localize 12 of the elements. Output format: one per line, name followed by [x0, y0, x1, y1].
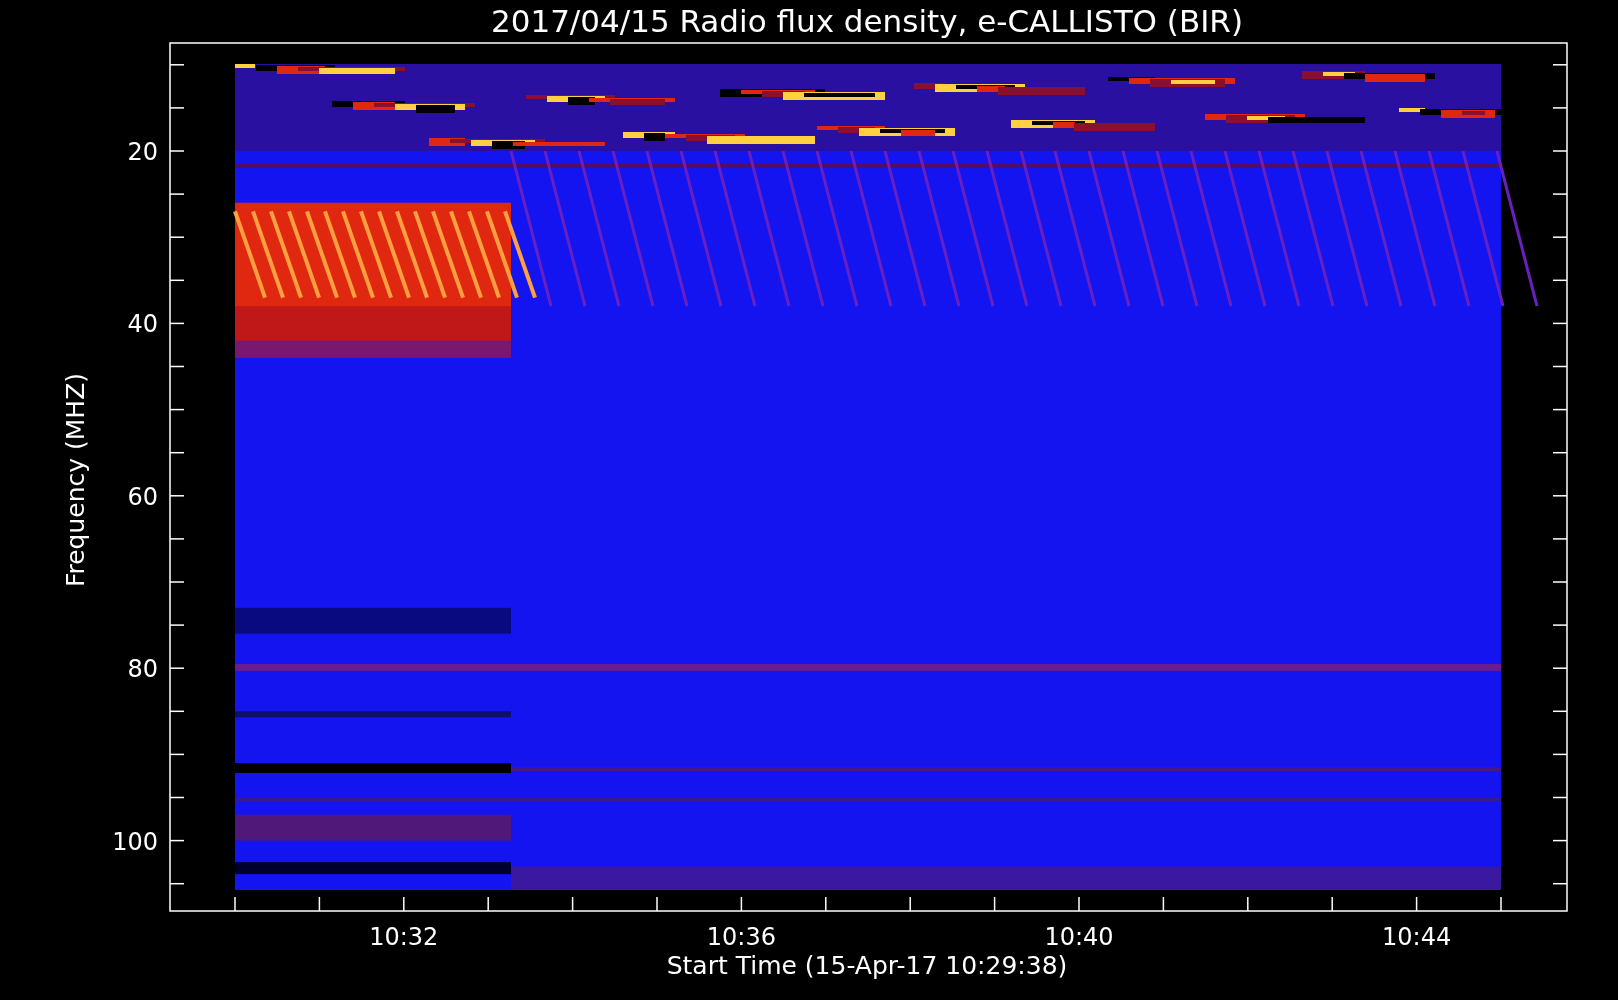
y-tick-label: 40: [127, 310, 158, 339]
y-tick-label: 100: [112, 827, 158, 856]
x-tick-label: 10:36: [706, 923, 776, 951]
y-tick-label: 60: [127, 482, 158, 511]
chart-title: 2017/04/15 Radio flux density, e-CALLISTO (BIR): [491, 3, 1243, 39]
y-tick-label: 20: [127, 138, 158, 166]
y-axis-label: Frequency (MHZ): [61, 372, 90, 588]
y-tick-label: 80: [127, 655, 158, 684]
x-tick-label: 10:32: [369, 923, 439, 951]
x-axis-label: Start Time (15-Apr-17 10:29:38): [666, 951, 1068, 980]
x-tick-label: 10:40: [1044, 923, 1114, 951]
x-tick-label: 10:44: [1382, 923, 1452, 951]
